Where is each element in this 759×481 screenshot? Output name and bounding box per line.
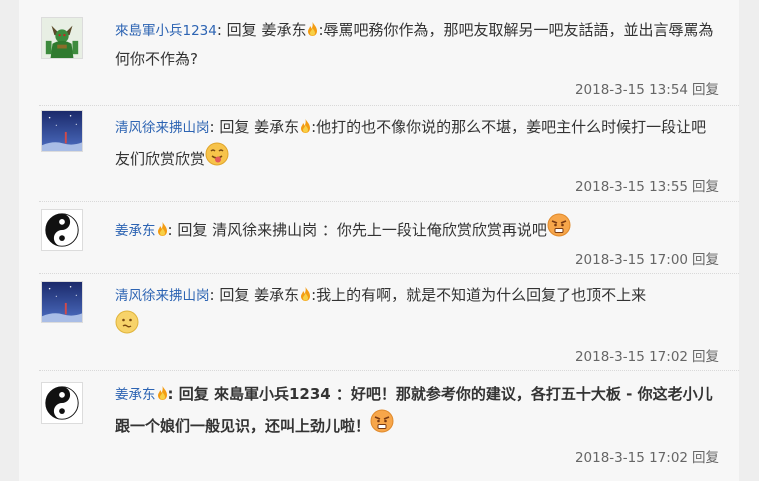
reply-target-name: 姜承东 bbox=[261, 21, 307, 39]
reply-meta: 2018-3-15 13:55 回复 bbox=[575, 175, 719, 195]
reply-target-name: 姜承东 bbox=[254, 118, 300, 136]
reply-prefix: : 回复 bbox=[209, 286, 255, 304]
reply-list-panel: 來島軍小兵1234: 回复 姜承东:辱罵吧務你作為，那吧友取解另一吧友話語，並出… bbox=[19, 0, 739, 481]
fire-icon bbox=[300, 287, 311, 301]
tongue-emoji-icon bbox=[205, 142, 229, 166]
reply-content: 姜承东 : 回复 清风徐来拂山岗 ：你先上一段让俺欣赏欣赏再说吧 bbox=[115, 213, 721, 245]
reply-item: 姜承东 : 回复 清风徐来拂山岗 ：你先上一段让俺欣赏欣赏再说吧 2018-3-1… bbox=[39, 201, 739, 274]
angry-emoji-icon bbox=[547, 213, 571, 237]
reply-button[interactable]: 回复 bbox=[692, 349, 719, 365]
reply-prefix: : 回复 bbox=[167, 385, 214, 403]
reply-target-name: 來島軍小兵1234 bbox=[213, 385, 331, 403]
reply-meta: 2018-3-15 13:54 回复 bbox=[575, 78, 719, 98]
reply-timestamp: 2018-3-15 17:02 bbox=[574, 349, 688, 365]
reply-target-name: 姜承东 bbox=[254, 286, 300, 304]
reply-meta: 2018-3-15 17:02 回复 bbox=[575, 446, 719, 466]
reply-content: 清风徐来拂山岗: 回复 姜承东 :我上的有啊，就是不知道为什么回复了也顶不上来 bbox=[115, 281, 721, 341]
angry-emoji-icon bbox=[370, 409, 394, 433]
reply-prefix: : 回复 bbox=[216, 21, 262, 39]
reply-item: 來島軍小兵1234: 回复 姜承东:辱罵吧務你作為，那吧友取解另一吧友話語，並出… bbox=[39, 0, 739, 106]
night-sky-avatar-icon[interactable] bbox=[41, 110, 83, 152]
reply-prefix: : 回复 bbox=[209, 118, 255, 136]
reply-content: 清风徐来拂山岗: 回复 姜承东:他打的也不像你说的那么不堪，姜吧主什么时候打一段… bbox=[115, 113, 721, 173]
night-sky-avatar-icon[interactable] bbox=[41, 281, 83, 323]
reply-button[interactable]: 回复 bbox=[692, 450, 719, 466]
fire-icon bbox=[157, 222, 168, 236]
reply-timestamp: 2018-3-15 17:00 bbox=[574, 252, 688, 268]
yin-yang-avatar-icon[interactable] bbox=[41, 382, 83, 424]
reply-meta: 2018-3-15 17:00 回复 bbox=[575, 248, 719, 268]
reply-item: 姜承东: 回复 來島軍小兵1234 ：好吧！那就参考你的建议，各打五十大板 - … bbox=[39, 370, 739, 481]
reply-author-link[interactable]: 清风徐来拂山岗 bbox=[115, 288, 210, 304]
reply-content: 來島軍小兵1234: 回复 姜承东:辱罵吧務你作為，那吧友取解另一吧友話語，並出… bbox=[115, 16, 721, 73]
reply-timestamp: 2018-3-15 13:54 bbox=[574, 82, 688, 98]
fire-icon bbox=[300, 119, 311, 133]
fire-icon bbox=[307, 22, 318, 36]
reply-prefix: : 回复 bbox=[167, 221, 213, 239]
reply-item: 清风徐来拂山岗: 回复 姜承东 :我上的有啊，就是不知道为什么回复了也顶不上来 2… bbox=[39, 273, 739, 371]
reply-content: 姜承东: 回复 來島軍小兵1234 ：好吧！那就参考你的建议，各打五十大板 - … bbox=[115, 380, 721, 440]
reply-author-link[interactable]: 來島軍小兵1234 bbox=[115, 23, 217, 39]
reply-text: :我上的有啊，就是不知道为什么回复了也顶不上来 bbox=[311, 286, 647, 304]
fire-icon bbox=[157, 386, 168, 400]
reply-button[interactable]: 回复 bbox=[692, 179, 719, 195]
reply-author-link[interactable]: 姜承东 bbox=[115, 387, 156, 403]
reply-target-name: 清风徐来拂山岗 bbox=[212, 221, 318, 239]
reply-meta: 2018-3-15 17:02 回复 bbox=[575, 345, 719, 365]
reply-text: ：你先上一段让俺欣赏欣赏再说吧 bbox=[317, 221, 547, 239]
reply-timestamp: 2018-3-15 13:55 bbox=[574, 179, 688, 195]
green-warrior-avatar-icon[interactable] bbox=[41, 17, 83, 59]
reply-timestamp: 2018-3-15 17:02 bbox=[574, 450, 688, 466]
reply-author-link[interactable]: 清风徐来拂山岗 bbox=[115, 120, 210, 136]
yin-yang-avatar-icon[interactable] bbox=[41, 209, 83, 251]
reply-item: 清风徐来拂山岗: 回复 姜承东:他打的也不像你说的那么不堪，姜吧主什么时候打一段… bbox=[39, 105, 739, 202]
reply-button[interactable]: 回复 bbox=[692, 82, 719, 98]
confused-emoji-icon bbox=[115, 310, 139, 334]
reply-author-link[interactable]: 姜承东 bbox=[115, 223, 156, 239]
reply-button[interactable]: 回复 bbox=[692, 252, 719, 268]
